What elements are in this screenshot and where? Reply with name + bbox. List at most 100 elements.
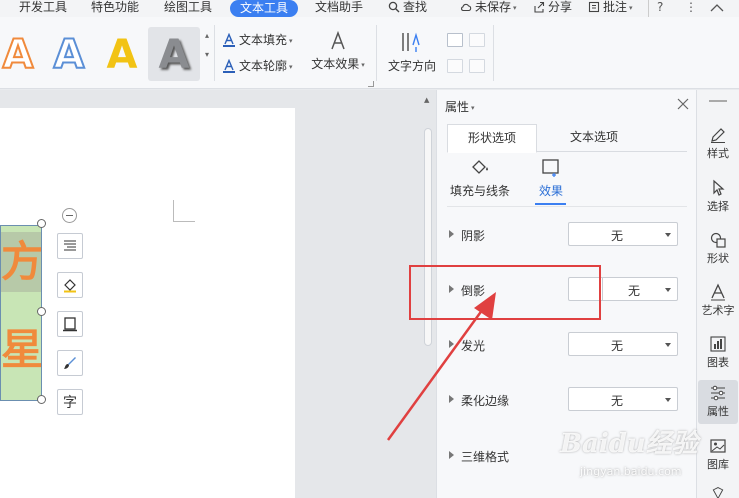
text-fill-label: 文本填充 <box>239 33 288 47</box>
art-style-gray-shadow[interactable]: A <box>152 31 196 81</box>
text-outline-button[interactable]: 文本轮廓 ▾ <box>222 57 293 75</box>
chevron-down-icon: ▾ <box>471 104 475 112</box>
prop-row-shadow[interactable]: 阴影 无 <box>447 222 687 248</box>
sidebar-item-label: 选择 <box>707 200 729 213</box>
share-button[interactable]: 分享 <box>533 0 572 17</box>
textbox-char-bottom: 星 <box>1 325 41 374</box>
text-effect-icon <box>331 31 345 50</box>
effects-icon <box>542 159 559 177</box>
align-top-icon[interactable] <box>447 33 463 47</box>
menu-doc-assistant[interactable]: 文档助手 <box>315 0 363 17</box>
sub-tab-effects[interactable]: 效果 <box>533 158 569 199</box>
cursor-icon <box>713 179 725 196</box>
search-label: 查找 <box>403 0 428 14</box>
sidebar-item-chart[interactable]: 图表 <box>698 331 738 370</box>
chevron-down-icon: ▾ <box>361 61 365 69</box>
comment-icon <box>588 1 600 13</box>
chevron-down-icon: ▾ <box>629 4 633 12</box>
annotation-arrow <box>386 292 496 441</box>
brush-icon <box>64 357 76 369</box>
text-fill-icon <box>223 33 235 47</box>
collapse-ribbon-button[interactable] <box>710 0 724 17</box>
watermark-main-text: Baidu经验 <box>560 429 698 459</box>
align-middle-icon[interactable] <box>469 33 485 47</box>
sub-tab-effects-label: 效果 <box>538 184 563 198</box>
tab-text-options[interactable]: 文本选项 <box>547 124 641 152</box>
menu-dev-tools[interactable]: 开发工具 <box>19 0 67 17</box>
chevron-down-icon: ▾ <box>513 4 517 12</box>
comment-button[interactable]: 批注 ▾ <box>588 0 633 17</box>
unsaved-button[interactable]: 未保存 ▾ <box>460 0 517 17</box>
ribbon-divider <box>493 25 494 81</box>
more-button[interactable]: ⋮ <box>685 0 697 17</box>
comment-label: 批注 <box>603 0 628 14</box>
search-button[interactable]: 查找 <box>388 0 427 17</box>
prop-label-3d-format: 三维格式 <box>461 450 510 464</box>
close-icon[interactable] <box>677 98 689 110</box>
resize-handle-bottom-right[interactable] <box>37 395 46 404</box>
menu-special-features[interactable]: 特色功能 <box>91 0 139 17</box>
chevron-down-icon: ▾ <box>204 50 209 59</box>
text-format-button[interactable]: 字 <box>57 389 83 415</box>
chevron-up-icon[interactable]: ▲ <box>424 96 429 104</box>
sliders-icon <box>711 385 725 401</box>
menu-drawing-tools[interactable]: 绘图工具 <box>164 0 212 17</box>
chevron-down-icon <box>665 233 671 237</box>
menu-text-tools[interactable]: 文本工具 <box>230 0 299 17</box>
glow-select-value: 无 <box>610 339 623 353</box>
text-effect-button[interactable]: 文本效果 ▾ <box>308 31 368 72</box>
chevron-down-icon <box>665 398 671 402</box>
resize-handle-right[interactable] <box>37 307 46 316</box>
watermark-logo: Baidu经验 jingyan.baidu.com <box>560 415 735 495</box>
art-gallery-scroll[interactable]: ▴ ▾ <box>202 31 212 81</box>
art-style-yellow[interactable]: A <box>100 31 144 81</box>
chevron-down-icon <box>665 343 671 347</box>
paint-bucket-icon <box>64 279 76 293</box>
search-icon <box>388 1 400 13</box>
art-style-orange-outline[interactable]: A <box>0 31 40 81</box>
sidebar-item-style[interactable]: 样式 <box>698 122 738 161</box>
document-page[interactable]: 方 星 <box>0 108 295 498</box>
document-canvas[interactable]: 方 星 字 <box>0 90 420 498</box>
chevron-down-icon: ▾ <box>289 63 293 71</box>
sub-tab-fill-line-label: 填充与线条 <box>449 184 510 198</box>
soft-edges-select[interactable]: 无 <box>568 387 678 411</box>
text-effect-label: 文本效果 <box>311 57 360 71</box>
art-style-blue-outline[interactable]: A <box>47 31 91 81</box>
dialog-launcher-icon[interactable] <box>368 81 374 87</box>
text-direction-button[interactable]: 文字方向 <box>386 31 438 74</box>
selected-textbox[interactable]: 方 星 <box>0 225 42 401</box>
pane-title[interactable]: 属性 ▾ <box>445 98 475 115</box>
shapes-icon <box>710 232 726 248</box>
collapse-toolbar-button[interactable] <box>62 208 77 223</box>
unsaved-label: 未保存 <box>475 0 512 14</box>
sidebar-item-label: 艺术字 <box>701 304 735 317</box>
outline-icon <box>63 317 77 332</box>
shadow-select[interactable]: 无 <box>568 222 678 246</box>
sub-tab-fill-line[interactable]: 填充与线条 <box>449 158 511 199</box>
margin-corner-mark <box>173 200 195 222</box>
text-fill-button[interactable]: 文本填充 ▾ <box>222 31 293 49</box>
shape-outline-button[interactable] <box>57 311 83 337</box>
resize-handle-top-right[interactable] <box>37 219 46 228</box>
tab-shape-options[interactable]: 形状选项 <box>447 124 537 153</box>
glow-select[interactable]: 无 <box>568 332 678 356</box>
sidebar-item-label: 形状 <box>707 252 729 265</box>
shadow-select-value: 无 <box>610 229 623 243</box>
sidebar-item-shape[interactable]: 形状 <box>698 227 738 266</box>
sidebar-item-wordart[interactable]: 艺术字 <box>698 279 738 318</box>
text-outline-icon <box>223 59 235 73</box>
format-painter-button[interactable] <box>57 350 83 376</box>
sidebar-item-label: 样式 <box>707 147 729 160</box>
watermark-url: jingyan.baidu.com <box>580 465 682 478</box>
shape-fill-button[interactable] <box>57 272 83 298</box>
pane-title-label: 属性 <box>445 100 470 114</box>
align-bottom-icon[interactable] <box>447 59 463 73</box>
pane-tabbar: 形状选项 文本选项 <box>447 124 687 153</box>
text-wrap-icon[interactable] <box>469 59 485 73</box>
help-button[interactable]: ? <box>648 0 663 17</box>
sidebar-item-select[interactable]: 选择 <box>698 175 738 214</box>
layout-options-button[interactable] <box>57 233 83 259</box>
bar-chart-icon <box>710 336 726 352</box>
expand-arrow-icon <box>449 451 454 459</box>
